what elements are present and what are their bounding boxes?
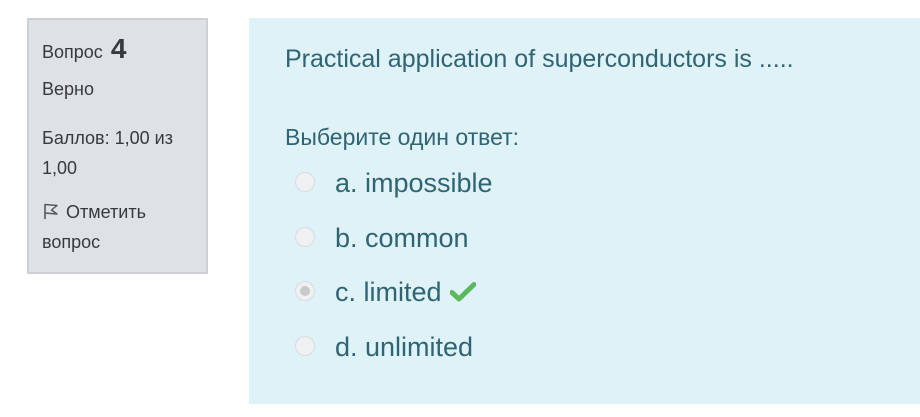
question-state: Верно [42, 79, 94, 99]
answer-radio-c[interactable] [295, 281, 315, 301]
question-grade: Баллов: 1,00 из 1,00 [42, 128, 173, 178]
question-number: 4 [110, 33, 127, 64]
answer-option-a[interactable]: a. impossible [295, 166, 895, 221]
answer-label-d[interactable]: d. unlimited [335, 330, 473, 364]
answer-option-b[interactable]: b. common [295, 221, 895, 276]
question-label: Вопрос [42, 42, 103, 62]
question-number-line: Вопрос 4 [42, 34, 194, 67]
answer-radio-a[interactable] [295, 172, 315, 192]
answer-label-b[interactable]: b. common [335, 221, 469, 255]
answer-radio-b[interactable] [295, 226, 315, 247]
flag-question-button[interactable]: Отметить вопрос [42, 197, 194, 257]
answer-option-c[interactable]: c. limited [295, 275, 895, 330]
question-content: Practical application of superconductors… [249, 18, 920, 404]
question-text: Practical application of superconductors… [285, 45, 794, 73]
answer-list: a. impossible b. common c. limited d. un… [295, 166, 895, 384]
flag-outline-icon [42, 199, 60, 219]
answer-label-c-wrap[interactable]: c. limited [335, 275, 477, 309]
check-icon [449, 276, 477, 302]
quiz-page: Вопрос 4 Верно Баллов: 1,00 из 1,00 Отме… [0, 0, 920, 417]
question-info-panel: Вопрос 4 Верно Баллов: 1,00 из 1,00 Отме… [27, 18, 208, 274]
answer-option-d[interactable]: d. unlimited [295, 330, 895, 385]
answer-label-a[interactable]: a. impossible [335, 166, 493, 200]
answer-label-c[interactable]: c. limited [335, 277, 442, 307]
answer-radio-d[interactable] [295, 335, 315, 356]
answer-prompt: Выберите один ответ: [285, 124, 520, 150]
